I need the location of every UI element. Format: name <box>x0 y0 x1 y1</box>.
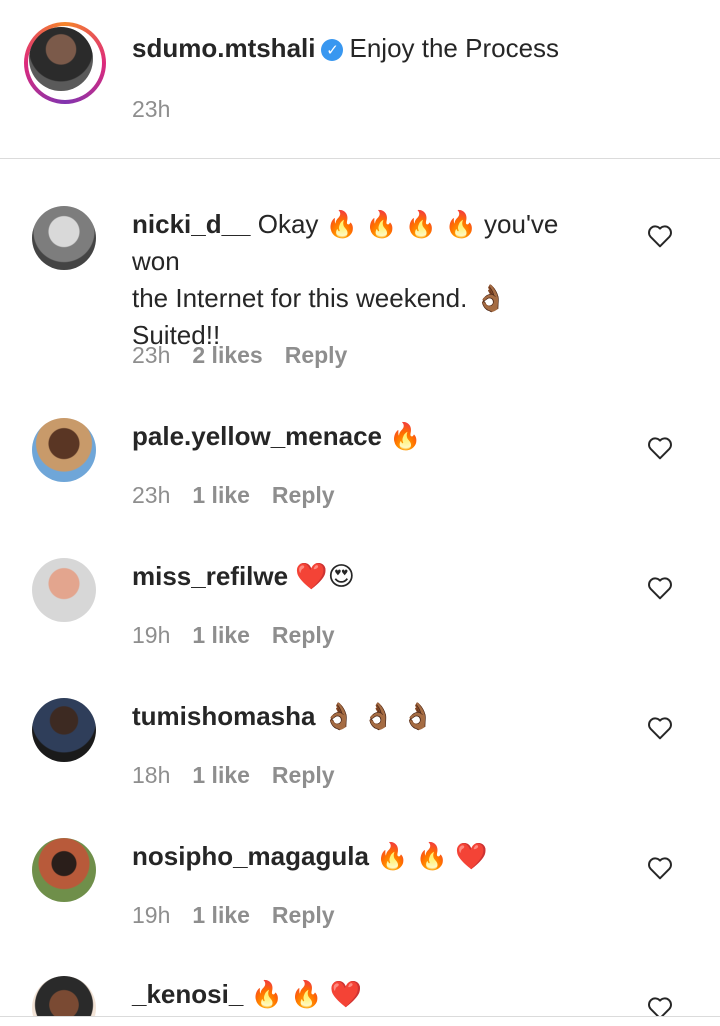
comment-likes[interactable]: 1 like <box>192 902 250 928</box>
caption-time: 23h <box>132 96 171 122</box>
comment-username[interactable]: _kenosi_ <box>132 979 243 1009</box>
caption-username[interactable]: sdumo.mtshali <box>132 33 315 63</box>
comment-likes[interactable]: 1 like <box>192 762 250 788</box>
caption-meta: 23h <box>132 96 192 123</box>
post-caption: sdumo.mtshali ✓ Enjoy the Process 23h <box>0 0 720 159</box>
heart-outline-icon[interactable] <box>647 576 673 600</box>
comment-username[interactable]: nosipho_magagula <box>132 841 369 871</box>
heart-outline-icon[interactable] <box>647 996 673 1016</box>
comment-username[interactable]: tumishomasha <box>132 701 316 731</box>
heart-outline-icon[interactable] <box>647 224 673 248</box>
comment-meta: 23h 1 like Reply <box>132 482 357 509</box>
reply-button[interactable]: Reply <box>272 622 335 648</box>
story-ring[interactable] <box>24 22 106 104</box>
comment-likes[interactable]: 1 like <box>192 482 250 508</box>
comment-meta: 19h 1 like Reply <box>132 622 357 649</box>
comment-username[interactable]: nicki_d__ <box>132 209 251 239</box>
comment-avatar[interactable] <box>32 838 96 902</box>
comment-avatar[interactable] <box>32 698 96 762</box>
comment-avatar[interactable] <box>32 558 96 622</box>
verified-badge-icon: ✓ <box>321 39 344 61</box>
heart-outline-icon[interactable] <box>647 716 673 740</box>
comment-time: 23h <box>132 482 171 508</box>
comment-text-line: ❤️😍 <box>295 561 355 591</box>
divider <box>0 1016 720 1017</box>
comment-time: 18h <box>132 762 171 788</box>
heart-outline-icon[interactable] <box>647 436 673 460</box>
comment-meta: 19h 1 like Reply <box>132 902 357 929</box>
comment-meta: 23h 2 likes Reply <box>132 342 369 369</box>
comment-text-line: the Internet for this weekend. 👌🏾 <box>132 283 507 313</box>
reply-button[interactable]: Reply <box>272 902 335 928</box>
comment-meta: 18h 1 like Reply <box>132 762 357 789</box>
comment-avatar[interactable] <box>32 418 96 482</box>
reply-button[interactable]: Reply <box>272 762 335 788</box>
comment-username[interactable]: pale.yellow_menace <box>132 421 382 451</box>
comment-time: 19h <box>132 902 171 928</box>
comment-username[interactable]: miss_refilwe <box>132 561 288 591</box>
comment-avatar[interactable] <box>32 206 96 270</box>
comment-text-line: 🔥 <box>389 421 422 451</box>
reply-button[interactable]: Reply <box>285 342 348 368</box>
reply-button[interactable]: Reply <box>272 482 335 508</box>
comment-time: 23h <box>132 342 171 368</box>
comment-avatar[interactable] <box>32 976 96 1016</box>
comment-item: _kenosi_ 🔥 🔥 ❤️ <box>0 976 720 1016</box>
caption-avatar[interactable] <box>29 27 93 91</box>
comment-time: 19h <box>132 622 171 648</box>
comment-text-line: 👌🏾 👌🏾 👌🏾 <box>322 701 435 731</box>
comment-text-line: 🔥 🔥 ❤️ <box>376 841 488 871</box>
comment-likes[interactable]: 2 likes <box>192 342 262 368</box>
comment-text-line: 🔥 🔥 ❤️ <box>250 979 363 1009</box>
comment-likes[interactable]: 1 like <box>192 622 250 648</box>
caption-text: Enjoy the Process <box>349 33 560 63</box>
heart-outline-icon[interactable] <box>647 856 673 880</box>
